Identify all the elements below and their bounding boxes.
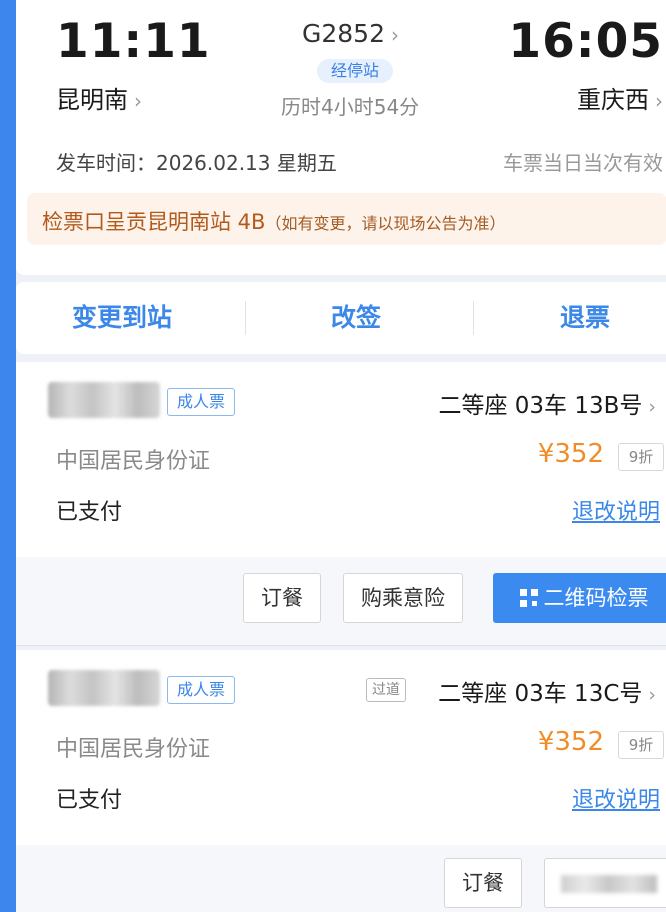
id-type: 中国居民身份证	[56, 449, 211, 474]
departure-time: 11:11	[56, 14, 211, 69]
ticket-type-badge: 成人票	[167, 676, 236, 704]
train-number: G2852	[302, 19, 385, 48]
arrival-time: 16:05	[508, 14, 663, 69]
qr-checkin-label: 二维码检票	[543, 586, 649, 610]
order-meal-button[interactable]: 订餐	[243, 573, 321, 623]
departure-date: 发车时间：2026.02.13 星期五	[56, 151, 337, 175]
chevron-right-icon: ›	[655, 89, 663, 113]
divider	[473, 301, 474, 335]
qr-checkin-button[interactable]: 二维码检票	[493, 573, 666, 623]
departure-station: 昆明南	[56, 86, 128, 114]
refund-button[interactable]: 退票	[560, 282, 610, 354]
passenger-name-redacted	[48, 382, 160, 418]
chevron-right-icon: ›	[134, 89, 142, 113]
arrival-station: 重庆西	[577, 86, 649, 114]
chevron-right-icon: ›	[648, 684, 656, 706]
passenger-button-row: 订餐	[16, 845, 666, 912]
redacted-button-label	[561, 875, 657, 893]
aisle-seat-tag: 过道	[366, 678, 406, 702]
gate-note: （如有变更，请以现场公告为准）	[265, 214, 506, 233]
passenger-name-redacted	[48, 670, 160, 706]
order-meal-button[interactable]: 订餐	[444, 858, 522, 908]
stops-button[interactable]: 经停站	[317, 59, 394, 83]
id-type: 中国居民身份证	[56, 737, 211, 762]
change-destination-button[interactable]: 变更到站	[72, 282, 172, 354]
passenger-card: 成人票 过道 二等座 03车 13C号 › 中国居民身份证 ¥352 9折 已支付…	[16, 650, 666, 845]
seat-info: 二等座 03车 13B号	[438, 393, 643, 419]
ticket-type-badge: 成人票	[167, 388, 236, 416]
left-accent-strip	[0, 0, 16, 912]
passenger-card: 成人票 二等座 03车 13B号 › 中国居民身份证 ¥352 9折 已支付 退改…	[16, 362, 666, 557]
train-number-link[interactable]: G2852 ›	[302, 19, 399, 48]
discount-badge: 9折	[618, 731, 664, 759]
ticket-price: ¥352	[537, 727, 604, 757]
payment-status: 已支付	[56, 788, 123, 813]
redacted-button[interactable]	[544, 858, 666, 908]
arrival-station-link[interactable]: 重庆西 ›	[577, 80, 663, 115]
chevron-right-icon: ›	[391, 23, 399, 47]
ticket-validity: 车票当日当次有效	[503, 151, 663, 175]
chevron-right-icon: ›	[648, 396, 656, 418]
gate-info: 检票口呈贡昆明南站 4B	[42, 210, 266, 234]
seat-info: 二等座 03车 13C号	[438, 681, 643, 707]
refund-rules-link[interactable]: 退改说明	[572, 494, 660, 526]
refund-rules-link[interactable]: 退改说明	[572, 782, 660, 814]
passenger-button-row: 订餐 购乘意险 二维码检票	[16, 557, 666, 646]
departure-station-link[interactable]: 昆明南 ›	[56, 80, 142, 115]
divider	[245, 301, 246, 335]
ticket-actions-bar: 变更到站 改签 退票	[16, 282, 666, 354]
buy-insurance-button[interactable]: 购乘意险	[343, 573, 463, 623]
reschedule-button[interactable]: 改签	[331, 282, 381, 354]
ticket-price: ¥352	[537, 439, 604, 469]
seat-info-link[interactable]: 二等座 03车 13B号 ›	[438, 386, 656, 420]
qr-code-icon	[519, 589, 538, 607]
trip-duration: 历时4小时54分	[281, 95, 420, 119]
gate-info-banner: 检票口呈贡昆明南站 4B（如有变更，请以现场公告为准）	[27, 193, 666, 245]
seat-info-link[interactable]: 二等座 03车 13C号 ›	[438, 674, 656, 708]
discount-badge: 9折	[618, 443, 664, 471]
payment-status: 已支付	[56, 500, 123, 525]
